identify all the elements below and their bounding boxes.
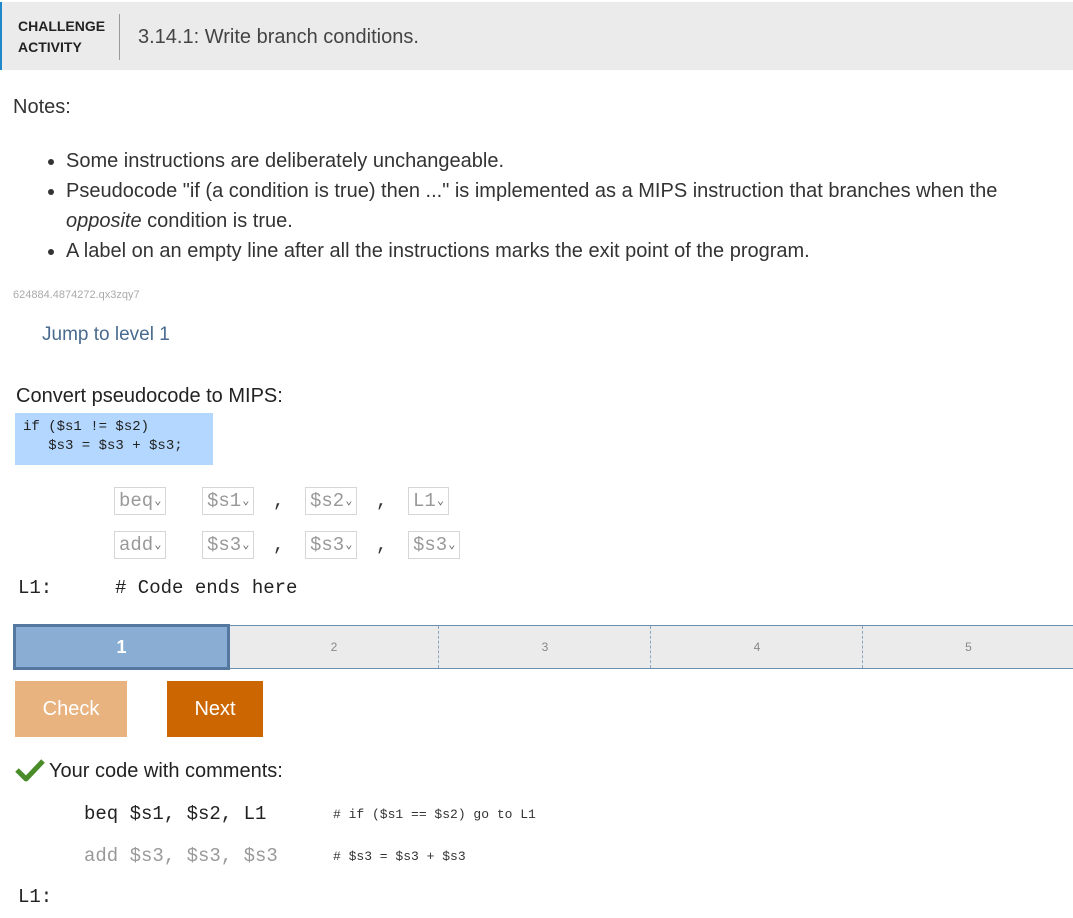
chevron-down-icon: ⌄ [345, 494, 353, 508]
code-label: L1: [18, 577, 53, 599]
result-title: Your code with comments: [49, 760, 283, 782]
register-dropdown[interactable]: $s2⌄ [305, 487, 358, 515]
header-divider [119, 14, 120, 60]
dropdown-value: beq [119, 490, 154, 512]
comma: , [273, 534, 285, 556]
level-1-segment[interactable]: 1 [13, 624, 230, 670]
register-dropdown[interactable]: $s3⌄ [305, 531, 358, 559]
note-emphasis: opposite [66, 210, 142, 232]
label-dropdown[interactable]: L1⌄ [408, 487, 450, 515]
activity-id: 624884.4874272.qx3zqy7 [13, 289, 140, 301]
chevron-down-icon: ⌄ [436, 494, 445, 508]
register-dropdown[interactable]: $s3⌄ [202, 531, 255, 559]
chevron-down-icon: ⌄ [154, 494, 162, 508]
level-5-segment[interactable]: 5 [862, 626, 1073, 668]
checkmark-icon [15, 758, 45, 787]
level-2-segment[interactable]: 2 [230, 626, 438, 668]
notes-list: Some instructions are deliberately uncha… [36, 146, 1073, 266]
challenge-activity-tag: CHALLENGE ACTIVITY [18, 16, 105, 58]
chevron-down-icon: ⌄ [242, 494, 250, 508]
register-dropdown[interactable]: $s3⌄ [408, 531, 461, 559]
note-text: condition is true. [141, 210, 293, 232]
chevron-down-icon: ⌄ [154, 538, 162, 552]
dropdown-value: $s3 [310, 534, 345, 556]
check-button[interactable]: Check [15, 681, 127, 737]
chevron-down-icon: ⌄ [242, 538, 250, 552]
result-label: L1: [18, 886, 53, 908]
dropdown-value: add [119, 534, 154, 556]
next-button[interactable]: Next [167, 681, 263, 737]
note-item: Some instructions are deliberately uncha… [66, 146, 1073, 176]
jump-to-level-link[interactable]: Jump to level 1 [42, 324, 170, 346]
note-text: Pseudocode "if (a condition is true) the… [66, 180, 998, 202]
result-code-comment: # $s3 = $s3 + $s3 [333, 849, 466, 864]
note-item: A label on an empty line after all the i… [66, 236, 1073, 266]
note-item: Pseudocode "if (a condition is true) the… [66, 176, 1073, 236]
code-end-comment: # Code ends here [115, 577, 298, 599]
result-code-line: beq $s1, $s2, L1 [84, 803, 267, 825]
opcode-dropdown[interactable]: beq⌄ [114, 487, 167, 515]
dropdown-value: $s3 [207, 534, 242, 556]
pseudocode-box: if ($s1 != $s2) $s3 = $s3 + $s3; [15, 413, 213, 465]
activity-header: CHALLENGE ACTIVITY 3.14.1: Write branch … [0, 2, 1073, 70]
tag-line-1: CHALLENGE [18, 18, 106, 34]
result-code-comment: # if ($s1 == $s2) go to L1 [333, 807, 536, 822]
opcode-dropdown[interactable]: add⌄ [114, 531, 167, 559]
chevron-down-icon: ⌄ [345, 538, 353, 552]
dropdown-value: $s3 [413, 534, 448, 556]
chevron-down-icon: ⌄ [448, 538, 456, 552]
comma: , [376, 534, 388, 556]
level-progress-bar: 1 2 3 4 5 [13, 624, 1073, 670]
comma: , [376, 490, 388, 512]
tag-line-2: ACTIVITY [18, 39, 82, 55]
convert-title: Convert pseudocode to MIPS: [16, 385, 283, 407]
register-dropdown[interactable]: $s1⌄ [202, 487, 255, 515]
level-4-segment[interactable]: 4 [650, 626, 863, 668]
dropdown-value: $s2 [310, 490, 345, 512]
comma: , [273, 490, 285, 512]
notes-title: Notes: [13, 96, 71, 118]
activity-title: 3.14.1: Write branch conditions. [138, 26, 419, 48]
dropdown-value: L1 [413, 490, 436, 512]
result-code-line: add $s3, $s3, $s3 [84, 845, 278, 867]
level-3-segment[interactable]: 3 [438, 626, 651, 668]
dropdown-value: $s1 [207, 490, 242, 512]
